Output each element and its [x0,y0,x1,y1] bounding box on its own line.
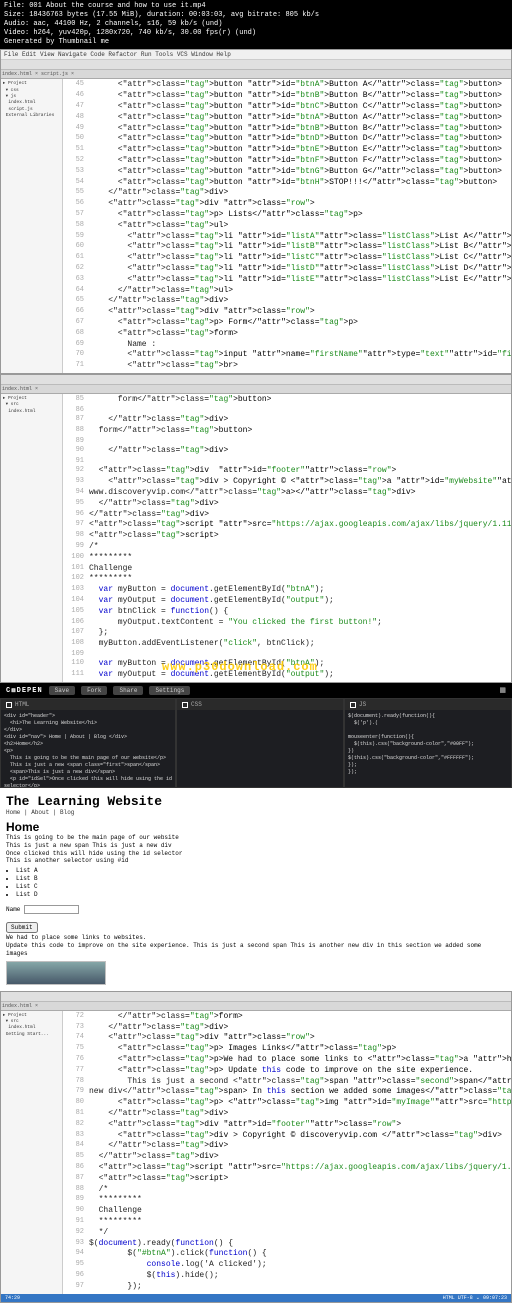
meta-video: Video: h264, yuv420p, 1280x720, 740 kb/s… [4,29,508,38]
code-editor-2[interactable]: 85 form</"attr">class="tag">button>8687 … [63,394,511,682]
ide-pane-2: index.html × ▸ Project ▾ src index.html … [0,374,512,683]
meta-audio: Audio: aac, 44100 Hz, 2 channels, s16, 5… [4,20,508,29]
preview-p4: This is another selector using #id [6,857,506,865]
html-pane[interactable]: HTML <div id="header"> <h1>The Learning … [0,698,176,788]
list-item: List B [16,875,506,883]
ide-pane-3: index.html × ▸ Project ▾ src index.html … [0,991,512,1303]
project-sidebar-3[interactable]: ▸ Project ▾ src index.html Getting Start… [1,1011,63,1294]
css-pane[interactable]: CSS [176,698,344,788]
submit-button[interactable]: Submit [6,922,38,933]
js-pane[interactable]: JS $(document).ready(function(){ $('p').… [344,698,512,788]
project-sidebar[interactable]: ▸ Project ▾ css ▾ js index.html script.j… [1,79,63,373]
save-button[interactable]: Save [49,686,75,695]
project-sidebar-2[interactable]: ▸ Project ▾ src index.html [1,394,63,682]
js-icon [350,702,356,708]
list-item: List C [16,883,506,891]
page-title: The Learning Website [6,794,506,809]
preview-image [6,961,106,985]
ide-toolbar[interactable] [1,60,511,70]
codepen-logo-icon: C⧈DEPEN [6,687,43,695]
meta-gen: Generated by Thumbnail me [4,38,508,47]
preview-heading: Home [6,820,506,834]
share-button[interactable]: Share [113,686,143,695]
fork-button[interactable]: Fork [81,686,107,695]
ide-tabs[interactable]: index.html × script.js × [1,70,511,79]
name-input[interactable] [24,905,79,914]
ide-toolbar-2[interactable] [1,375,511,385]
codepen-header: C⧈DEPEN Save Fork Share Settings ▦ [0,683,512,698]
css-code[interactable] [177,710,343,787]
html-icon [6,702,12,708]
preview-p5: We had to place some links to websites. [6,934,506,942]
layout-icon[interactable]: ▦ [499,686,506,695]
list-item: List D [16,891,506,899]
css-icon [182,702,188,708]
ide-toolbar-3[interactable] [1,992,511,1002]
ide-pane-1: File Edit View Navigate Code Refactor Ru… [0,49,512,374]
preview-pane: The Learning Website Home | About | Blog… [0,788,512,991]
ide-tabs-3[interactable]: index.html × [1,1002,511,1011]
meta-size: Size: 18436763 bytes (17.55 MiB), durati… [4,11,508,20]
meta-file: File: 001 About the course and how to us… [4,2,508,11]
code-editor-3[interactable]: 72 </"attr">class="tag">form>73 </"attr"… [63,1011,511,1294]
status-info: HTML UTF-8 ⌄ 09:07:23 [443,1295,507,1301]
preview-list: List A List B List C List D [16,867,506,898]
preview-p1: This is going to be the main page of our… [6,834,506,842]
settings-button[interactable]: Settings [149,686,190,695]
ide-menubar[interactable]: File Edit View Navigate Code Refactor Ru… [1,50,511,60]
ide-statusbar: 74:29 HTML UTF-8 ⌄ 09:07:23 [1,1294,511,1302]
js-code[interactable]: $(document).ready(function(){ $('p').( m… [345,710,511,787]
video-metadata: File: 001 About the course and how to us… [0,0,512,49]
ide-tabs-2[interactable]: index.html × [1,385,511,394]
name-label: Name [6,906,20,913]
preview-p3[interactable]: Once clicked this will hide using the id… [6,850,506,858]
list-item: List A [16,867,506,875]
codepen-editor: C⧈DEPEN Save Fork Share Settings ▦ HTML … [0,683,512,788]
preview-p2: This is just a new span This is just a n… [6,842,506,850]
cursor-pos: 74:29 [5,1295,20,1301]
html-code[interactable]: <div id="header"> <h1>The Learning Websi… [1,710,175,787]
preview-nav[interactable]: Home | About | Blog [6,809,506,816]
preview-p6: Update this code to improve on the site … [6,942,506,958]
code-editor-1[interactable]: 45 <"attr">class="tag">button "attr">id=… [63,79,511,373]
